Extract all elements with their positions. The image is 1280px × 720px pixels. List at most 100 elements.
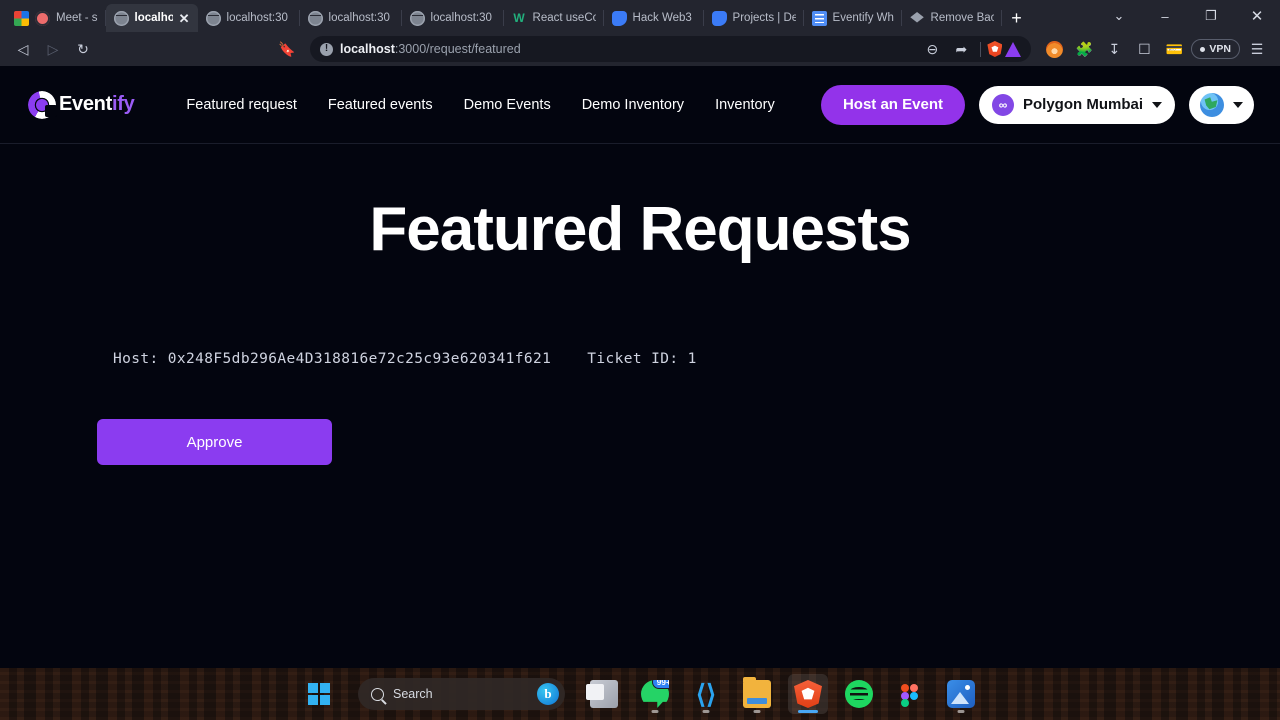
browser-tab-7[interactable]: Projects | De [704, 4, 804, 32]
nav-link-featured-events[interactable]: Featured events [328, 97, 433, 113]
eventify-logo-icon [28, 90, 57, 119]
close-icon[interactable]: ✕ [179, 12, 190, 25]
address-bar-actions: ⊖ ➦ [919, 36, 1022, 62]
share-icon[interactable]: ➦ [948, 36, 974, 62]
browser-tab-0[interactable]: Meet - s [6, 4, 106, 32]
browser-tab-6[interactable]: Hack Web3 [604, 4, 704, 32]
blue-notes-icon [811, 10, 827, 26]
download-icon[interactable]: ↧ [1101, 36, 1127, 62]
running-indicator [753, 710, 761, 713]
active-indicator [798, 710, 818, 713]
close-window-button[interactable]: ✕ [1234, 0, 1280, 32]
nav-link-inventory[interactable]: Inventory [715, 97, 775, 113]
whatsapp-icon: 99+ [641, 680, 669, 708]
layers-icon [910, 12, 924, 23]
browser-toolbar: ◁ ▷ ↻ 🔖 ! localhost:3000/request/feature… [0, 32, 1280, 66]
task-view-icon [586, 680, 618, 708]
account-selector[interactable] [1189, 85, 1254, 124]
brave-rewards-icon[interactable] [1005, 41, 1022, 57]
address-bar[interactable]: ! localhost:3000/request/featured ⊖ ➦ [310, 36, 1032, 62]
running-indicator [957, 710, 965, 713]
navbar-actions: Host an Event ∞ Polygon Mumbai [820, 84, 1254, 125]
taskbar-app-brave[interactable] [788, 674, 828, 714]
blue-doc-icon [611, 10, 627, 26]
reload-icon[interactable]: ↻ [70, 36, 96, 62]
start-button[interactable] [299, 674, 339, 714]
nav-link-demo-events[interactable]: Demo Events [464, 97, 551, 113]
network-selector[interactable]: ∞ Polygon Mumbai [979, 85, 1175, 124]
browser-tab-3[interactable]: localhost:30 [300, 4, 402, 32]
request-host: Host: 0x248F5db296Ae4D318816e72c25c93e62… [113, 351, 552, 367]
bing-copilot-icon[interactable]: b [537, 683, 559, 705]
page-title: Featured Requests [369, 195, 911, 264]
globe-icon [205, 10, 221, 26]
taskbar-app-figma[interactable] [890, 674, 930, 714]
maximize-button[interactable]: ❐ [1188, 0, 1234, 32]
forward-icon[interactable]: ▷ [40, 36, 66, 62]
browser-menu-icon[interactable]: ☰ [1244, 36, 1270, 62]
tab-label: localhos [134, 12, 173, 24]
url-path: :3000/request/featured [394, 42, 521, 56]
metamask-fox-icon[interactable] [1041, 36, 1067, 62]
globe-icon [113, 10, 129, 26]
polygon-icon: ∞ [992, 93, 1014, 116]
sidebar-icon[interactable]: ☐ [1131, 36, 1157, 62]
globe-icon [307, 10, 323, 26]
taskbar-app-photos[interactable] [941, 674, 981, 714]
wallet-icon[interactable]: 💳 [1161, 36, 1187, 62]
approve-button[interactable]: Approve [97, 419, 332, 465]
back-icon[interactable]: ◁ [10, 36, 36, 62]
featured-request-row: Host: 0x248F5db296Ae4D318816e72c25c93e62… [0, 351, 1280, 367]
photos-icon [947, 680, 975, 708]
nav-link-demo-inventory[interactable]: Demo Inventory [582, 97, 684, 113]
blue-doc-icon [711, 10, 727, 26]
file-explorer-icon [743, 677, 771, 708]
search-icon [371, 687, 384, 701]
task-view-button[interactable] [584, 674, 624, 714]
logo-text: Eventify [59, 93, 135, 116]
taskbar-app-file-explorer[interactable] [737, 674, 777, 714]
vpn-button[interactable]: VPN [1191, 39, 1240, 59]
tab-label: Projects | De [732, 12, 796, 24]
minimize-button[interactable]: – [1142, 0, 1188, 32]
network-label: Polygon Mumbai [1023, 96, 1143, 113]
extensions-puzzle-icon[interactable]: 🧩 [1071, 36, 1097, 62]
taskbar-app-spotify[interactable] [839, 674, 879, 714]
browser-tab-5[interactable]: W React useCo [504, 4, 604, 32]
globe-icon [1200, 92, 1224, 117]
google-meet-icon [14, 10, 29, 26]
figma-icon [896, 680, 924, 708]
nav-link-featured-request[interactable]: Featured request [186, 97, 296, 113]
chevron-down-icon[interactable]: ⌄ [1096, 0, 1142, 32]
globe-icon [409, 10, 425, 26]
vpn-status-dot [1200, 46, 1206, 52]
bookmark-icon[interactable]: 🔖 [274, 36, 300, 62]
browser-tab-2[interactable]: localhost:30 [198, 4, 300, 32]
tab-label: localhost:30 [328, 12, 390, 24]
logo-text-purple: ify [111, 93, 135, 115]
host-an-event-button[interactable]: Host an Event [820, 84, 965, 125]
site-logo[interactable]: Eventify [28, 90, 135, 119]
tab-label: localhost:30 [226, 12, 288, 24]
spotify-icon [845, 680, 873, 708]
tab-label: Remove Bac [930, 12, 994, 24]
record-icon [35, 10, 50, 26]
browser-tab-8[interactable]: Eventify Wh [804, 4, 902, 32]
taskbar-app-whatsapp[interactable]: 99+ [635, 674, 675, 714]
web-page: Eventify Featured request Featured event… [0, 66, 1280, 668]
url-text: localhost:3000/request/featured [340, 42, 912, 56]
browser-tab-9[interactable]: Remove Bac [902, 4, 1002, 32]
tab-label: Hack Web3 [632, 12, 692, 24]
taskbar-search-box[interactable]: Search b [358, 678, 565, 710]
browser-tab-1-active[interactable]: localhos ✕ [105, 4, 198, 32]
window-controls: ⌄ – ❐ ✕ [1096, 0, 1280, 32]
divider [980, 41, 982, 57]
brave-shield-icon[interactable] [987, 41, 1003, 57]
tab-label: localhost:30 [430, 12, 492, 24]
logo-text-white: Event [59, 93, 112, 115]
page-content: Featured Requests Host: 0x248F5db296Ae4D… [0, 194, 1280, 465]
taskbar-app-vscode[interactable]: ⟨⟩ [686, 674, 726, 714]
browser-tab-4[interactable]: localhost:30 [402, 4, 504, 32]
new-tab-button[interactable]: + [1002, 4, 1032, 32]
zoom-out-icon[interactable]: ⊖ [919, 36, 945, 62]
